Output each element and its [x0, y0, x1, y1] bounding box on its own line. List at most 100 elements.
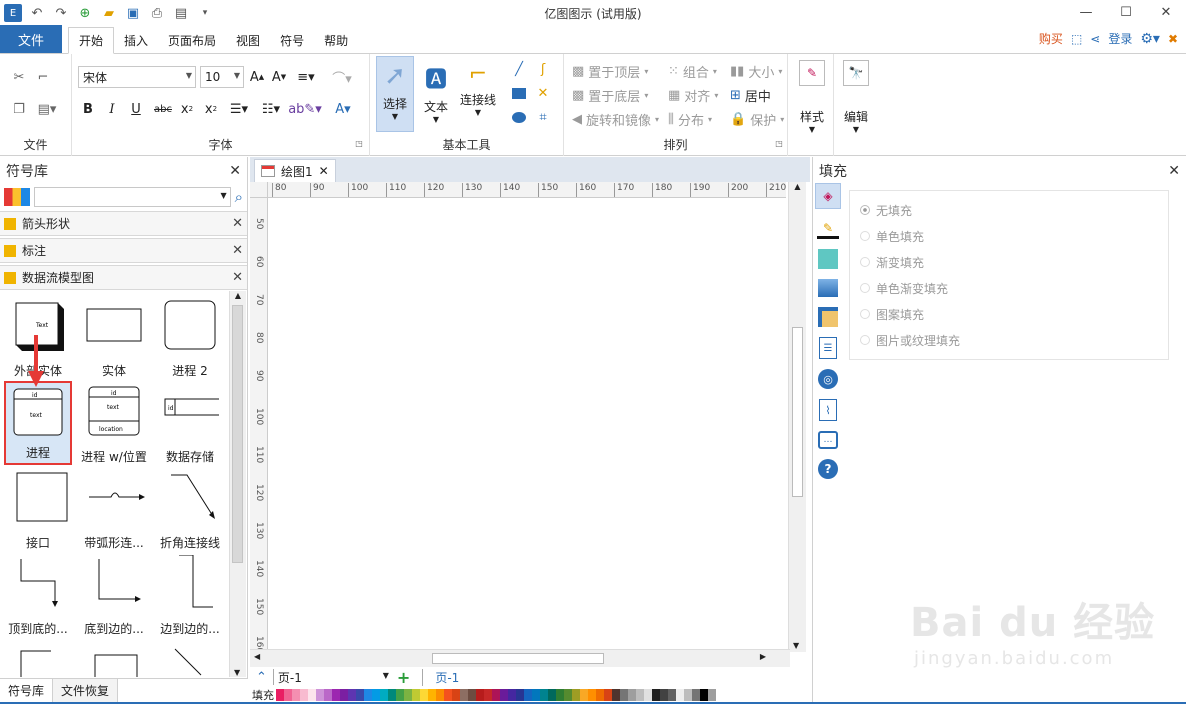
canvas-horizontal-scrollbar[interactable]: ◀ ▶	[250, 649, 790, 667]
font-name-select[interactable]: 宋体 ▼	[78, 66, 196, 88]
shape-top-to-bottom[interactable]: 顶到底的...	[0, 555, 76, 641]
library-category-icon[interactable]	[4, 188, 30, 206]
search-icon[interactable]: ⌕	[235, 188, 243, 206]
fill-option-mono-gradient[interactable]: 单色渐变填充	[860, 275, 1158, 301]
fill-bucket-icon[interactable]: ◈	[815, 183, 841, 209]
image-icon[interactable]	[818, 279, 838, 297]
attachment-icon[interactable]: ⌇	[819, 399, 837, 421]
tab-page-layout[interactable]: 页面布局	[158, 27, 226, 53]
fill-option-gradient[interactable]: 渐变填充	[860, 249, 1158, 275]
scroll-down-icon[interactable]: ▼	[793, 641, 799, 650]
shape-side-to-side[interactable]: 边到边的...	[152, 555, 228, 641]
curve-icon[interactable]: ʃ	[534, 60, 552, 78]
print-icon[interactable]: ⎙	[148, 4, 166, 22]
login-link[interactable]: 登录	[1108, 30, 1132, 47]
connector-button[interactable]: ⌐ 连接线 ▼	[456, 56, 500, 132]
align-text-icon[interactable]: ≡▾	[294, 68, 318, 86]
rectangle-icon[interactable]	[510, 84, 528, 102]
share-icon[interactable]: ⋖	[1090, 32, 1100, 46]
color-swatch[interactable]	[712, 688, 716, 701]
app-icon[interactable]: E	[4, 4, 22, 22]
shape-interface[interactable]: 接口	[0, 469, 76, 555]
scroll-up-icon[interactable]: ▲	[230, 291, 246, 305]
shape-partial-2[interactable]	[76, 643, 152, 677]
help-icon[interactable]: ?	[818, 459, 838, 479]
shape-elbow-connector[interactable]: 折角连接线	[152, 469, 228, 555]
edit-button[interactable]: 🔭 编辑 ▼	[838, 60, 874, 146]
tab-home[interactable]: 开始	[68, 27, 115, 54]
maximize-icon[interactable]: ☐	[1106, 0, 1146, 24]
text-highlight-icon[interactable]: ab✎▾	[288, 100, 322, 118]
align-button[interactable]: ▦ 对齐 ▾	[668, 86, 728, 105]
shape-entity[interactable]: 实体	[76, 297, 152, 383]
tab-file[interactable]: 文件	[0, 25, 62, 53]
tab-symbol-library[interactable]: 符号库	[0, 679, 54, 702]
shape-data-store[interactable]: id 数据存储	[152, 383, 228, 469]
tab-file-recovery[interactable]: 文件恢复	[53, 679, 119, 702]
subscript-icon[interactable]: x2	[178, 100, 196, 118]
close-icon[interactable]: ✕	[232, 270, 243, 285]
line-spacing-icon[interactable]: ☰▾	[226, 100, 252, 118]
shape-process-2[interactable]: 进程 2	[152, 297, 228, 383]
hyperlink-globe-icon[interactable]: ◎	[818, 369, 838, 389]
tab-view[interactable]: 视图	[226, 27, 270, 53]
italic-icon[interactable]: I	[104, 100, 120, 118]
shape-process-location[interactable]: id text location 进程 w/位置	[76, 383, 152, 469]
shape-arc-connector[interactable]: 带弧形连...	[76, 469, 152, 555]
font-color-icon[interactable]: A▾	[330, 100, 356, 118]
page-properties-icon[interactable]: ☰	[819, 337, 837, 359]
scroll-up-icon[interactable]: ▲	[789, 182, 806, 196]
style-button[interactable]: ✎ 样式 ▼	[794, 60, 830, 146]
canvas-vertical-scrollbar[interactable]: ▲ ▼	[788, 182, 806, 652]
close-icon[interactable]: ✕	[1168, 163, 1180, 179]
close-icon[interactable]: ✕	[232, 216, 243, 231]
drawing-canvas[interactable]	[269, 199, 787, 648]
document-tab[interactable]: 绘图1 ✕	[254, 159, 336, 182]
fill-option-solid[interactable]: 单色填充	[860, 223, 1158, 249]
scroll-right-icon[interactable]: ▶	[760, 652, 766, 661]
copy-icon[interactable]: ❐	[10, 100, 28, 118]
canvas-hscroll-thumb[interactable]	[432, 653, 604, 664]
category-arrow-shapes[interactable]: 箭头形状 ✕	[0, 211, 247, 236]
layers-icon[interactable]	[818, 307, 838, 327]
chevron-up-icon[interactable]: ⌃	[256, 670, 267, 685]
add-page-icon[interactable]: +	[397, 668, 410, 687]
save-icon[interactable]: ▣	[124, 4, 142, 22]
buy-link[interactable]: 购买	[1039, 30, 1063, 47]
tab-help[interactable]: 帮助	[314, 27, 358, 53]
send-to-back-button[interactable]: ▩ 置于底层 ▾	[572, 86, 662, 105]
crop-icon[interactable]: ⌗	[534, 108, 552, 126]
close-icon[interactable]: ✕	[232, 243, 243, 258]
fill-option-pattern[interactable]: 图案填充	[860, 301, 1158, 327]
canvas-scroll-thumb[interactable]	[792, 327, 803, 497]
customize-qat-icon[interactable]: ▾	[196, 4, 214, 22]
shape-partial-3[interactable]	[152, 643, 228, 677]
plugin-icon[interactable]: ✖	[1168, 32, 1178, 46]
paste-icon[interactable]: ▤▾	[34, 100, 60, 118]
comment-icon[interactable]: …	[818, 431, 838, 449]
shape-process-selected[interactable]: id text 进程	[4, 381, 72, 465]
close-icon[interactable]: ✕	[319, 164, 329, 178]
library-search-box[interactable]: ▼	[34, 187, 231, 207]
scroll-left-icon[interactable]: ◀	[254, 652, 260, 661]
bring-to-front-button[interactable]: ▩ 置于顶层 ▾	[572, 62, 662, 81]
scroll-down-icon[interactable]: ▼	[234, 668, 240, 677]
shape-partial-1[interactable]	[0, 643, 76, 677]
category-data-flow[interactable]: 数据流模型图 ✕	[0, 265, 247, 290]
group-button[interactable]: ⁙ 组合 ▾	[668, 62, 728, 81]
line-icon[interactable]: ╱	[510, 60, 528, 78]
open-icon[interactable]: ▰	[100, 4, 118, 22]
page-tab[interactable]: 页-1	[422, 668, 459, 686]
library-scroll-thumb[interactable]	[232, 305, 243, 563]
redo-icon[interactable]: ↷	[52, 4, 70, 22]
cut-icon[interactable]: ✂	[10, 68, 28, 86]
shrink-font-icon[interactable]: A ▼	[270, 68, 288, 86]
center-button[interactable]: ⊞ 居中	[730, 86, 786, 105]
text-path-icon[interactable]: ⌒▾	[328, 68, 356, 87]
superscript-icon[interactable]: x2	[202, 100, 220, 118]
select-button[interactable]: ➚ 选择 ▼	[376, 56, 414, 132]
fill-option-picture[interactable]: 图片或纹理填充	[860, 327, 1158, 353]
undo-icon[interactable]: ↶	[28, 4, 46, 22]
protect-button[interactable]: 🔒 保护 ▾	[730, 110, 786, 129]
close-icon[interactable]: ✕	[229, 163, 241, 179]
